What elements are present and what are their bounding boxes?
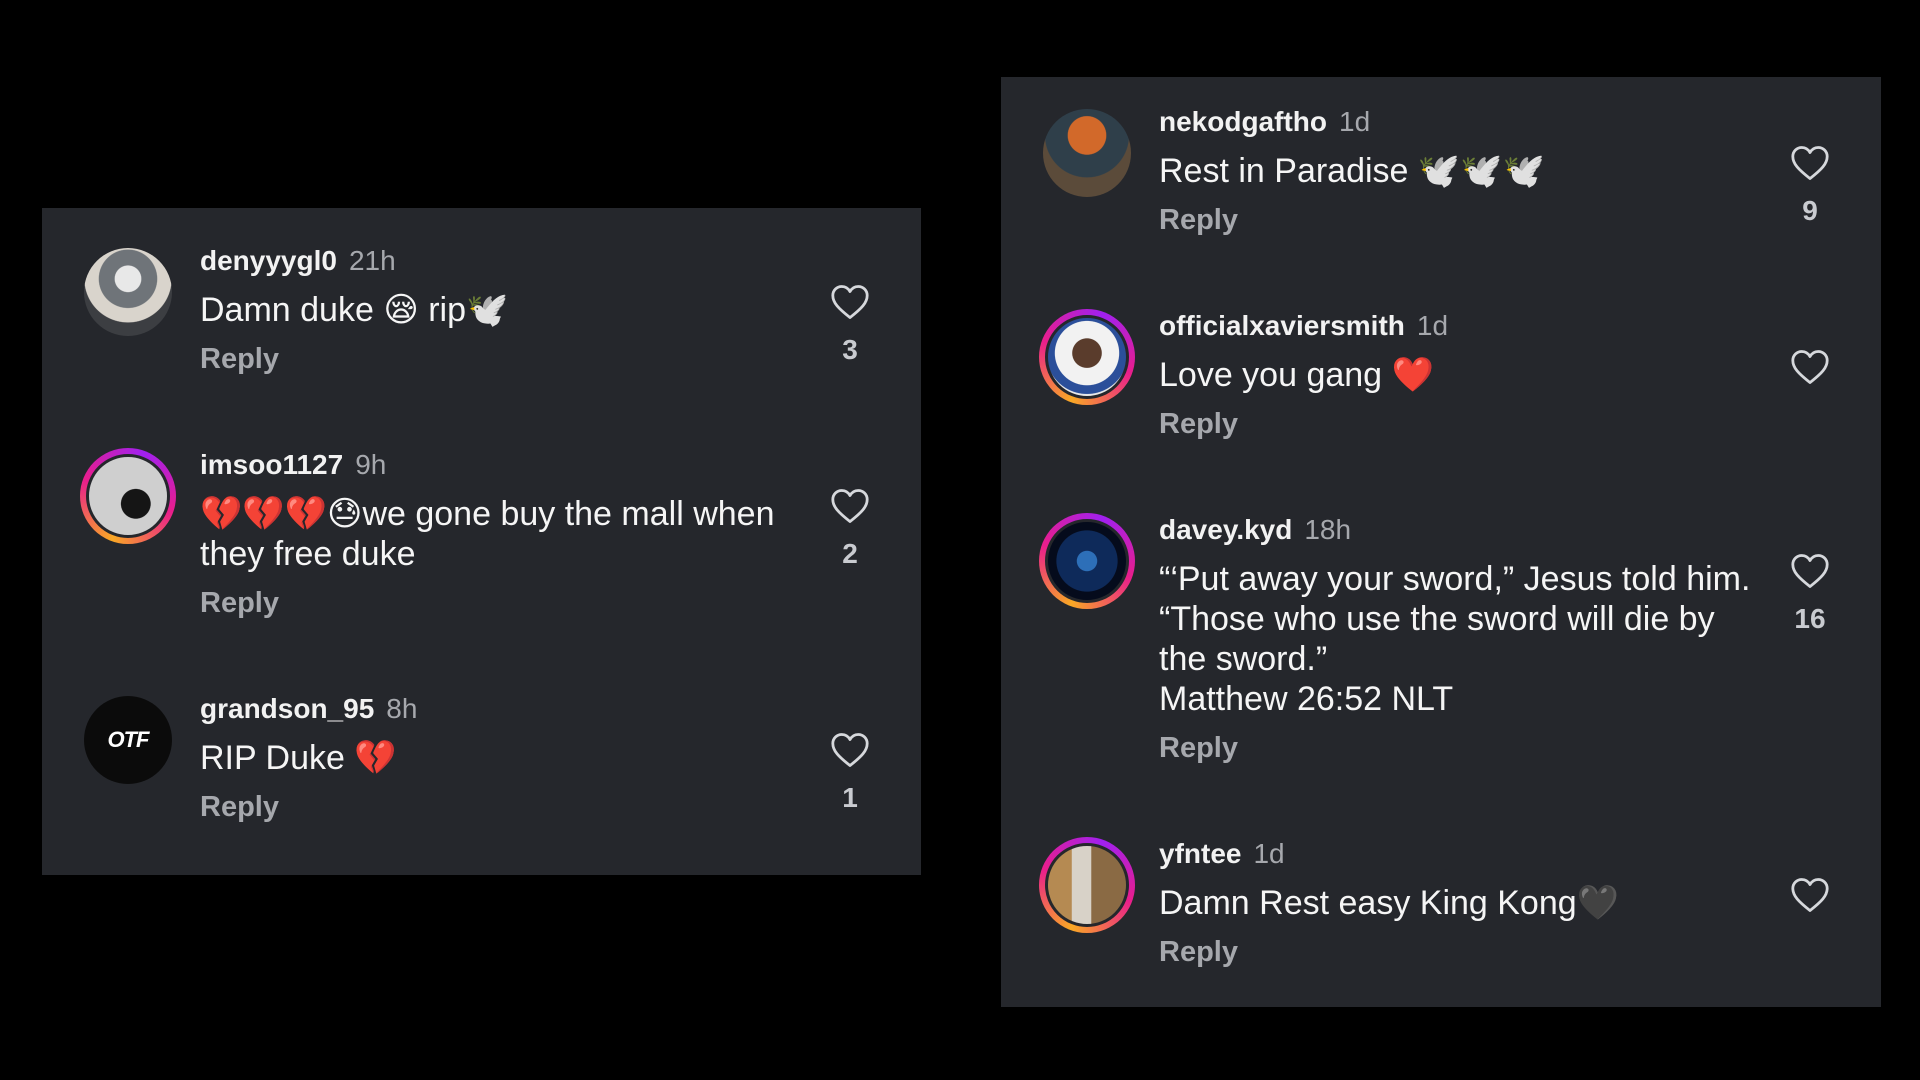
reply-button[interactable]: Reply — [200, 586, 801, 620]
avatar[interactable] — [1039, 513, 1135, 609]
comment-text: Rest in Paradise 🕊️🕊️🕊️ — [1159, 152, 1545, 190]
avatar-image — [84, 248, 172, 336]
avatar-image — [1043, 109, 1131, 197]
heart-outline-icon[interactable] — [830, 488, 870, 524]
username[interactable]: imsoo1127 — [200, 449, 343, 480]
username[interactable]: officialxaviersmith — [1159, 310, 1405, 341]
comment-text: Damn duke 😪 rip🕊️ — [200, 291, 509, 329]
heart-outline-icon[interactable] — [1790, 349, 1830, 385]
username[interactable]: nekodgaftho — [1159, 106, 1327, 137]
comments-panel-right: nekodgaftho 1d Rest in Paradise 🕊️🕊️🕊️ Re… — [1001, 77, 1881, 1007]
like-control — [1785, 877, 1835, 913]
avatar[interactable] — [1039, 309, 1135, 405]
username[interactable]: yfntee — [1159, 838, 1241, 869]
comments-panel-left: denyyygl0 21h Damn duke 😪 rip🕊️ Reply 3 i… — [42, 208, 921, 875]
timestamp: 18h — [1304, 514, 1352, 545]
like-count: 3 — [842, 334, 858, 365]
comment-text: 💔💔💔😓we gone buy the mall when they free … — [200, 495, 775, 573]
like-control: 16 — [1785, 553, 1835, 635]
reply-button[interactable]: Reply — [1159, 407, 1761, 441]
timestamp: 1d — [1339, 106, 1371, 137]
reply-button[interactable]: Reply — [1159, 935, 1761, 969]
avatar-image — [1045, 315, 1129, 399]
like-control: 2 — [825, 488, 875, 570]
comment-text: Love you gang ❤️ — [1159, 356, 1434, 394]
comment-text: “‘Put away your sword,” Jesus told him. … — [1159, 560, 1751, 678]
avatar-image: OTF — [84, 696, 172, 784]
like-count: 9 — [1802, 195, 1818, 226]
timestamp: 21h — [348, 245, 396, 276]
reply-button[interactable]: Reply — [200, 342, 801, 376]
comment-text: RIP Duke 💔 — [200, 739, 397, 777]
avatar[interactable] — [80, 448, 176, 544]
like-control — [1785, 349, 1835, 385]
reply-button[interactable]: Reply — [1159, 731, 1761, 765]
like-count: 2 — [842, 538, 858, 569]
avatar-image — [86, 454, 170, 538]
comment-text: Damn Rest easy King Kong🖤 — [1159, 884, 1619, 922]
like-count: 1 — [842, 782, 858, 813]
timestamp: 8h — [386, 693, 418, 724]
like-control: 1 — [825, 732, 875, 814]
username[interactable]: denyyygl0 — [200, 245, 337, 276]
comment-text-citation: Matthew 26:52 NLT — [1159, 680, 1454, 718]
reply-button[interactable]: Reply — [1159, 203, 1761, 237]
avatar-logo-text: OTF — [107, 727, 150, 752]
username[interactable]: davey.kyd — [1159, 514, 1292, 545]
avatar[interactable] — [1039, 105, 1135, 201]
avatar-image — [1045, 843, 1129, 927]
timestamp: 9h — [355, 449, 387, 480]
avatar-image — [1045, 519, 1129, 603]
avatar[interactable] — [1039, 837, 1135, 933]
timestamp: 1d — [1416, 310, 1449, 341]
heart-outline-icon[interactable] — [1790, 145, 1830, 181]
heart-outline-icon[interactable] — [1790, 877, 1830, 913]
like-control: 3 — [825, 284, 875, 366]
heart-outline-icon[interactable] — [1790, 553, 1830, 589]
like-control: 9 — [1785, 145, 1835, 227]
heart-outline-icon[interactable] — [830, 732, 870, 768]
avatar[interactable] — [80, 244, 176, 340]
heart-outline-icon[interactable] — [830, 284, 870, 320]
username[interactable]: grandson_95 — [200, 693, 374, 724]
timestamp: 1d — [1253, 838, 1285, 869]
reply-button[interactable]: Reply — [200, 790, 801, 824]
avatar[interactable]: OTF — [80, 692, 176, 788]
like-count: 16 — [1794, 603, 1826, 634]
